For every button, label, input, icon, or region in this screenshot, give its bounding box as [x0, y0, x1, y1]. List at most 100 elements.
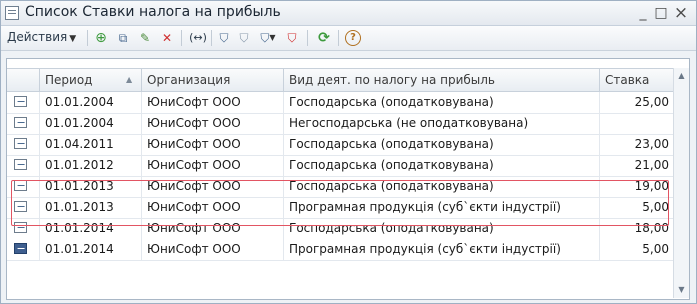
- cell-organization[interactable]: ЮниСофт ООО: [142, 113, 284, 134]
- cell-rate[interactable]: 5,00: [600, 239, 673, 260]
- toolbar-separator: [307, 30, 308, 46]
- toolbar-separator: [87, 30, 88, 46]
- add-button[interactable]: ⊕: [92, 29, 110, 47]
- cell-activity[interactable]: Господарська (оподатковувана): [284, 155, 600, 176]
- list-icon: [5, 6, 19, 20]
- record-icon: [14, 180, 27, 191]
- delete-button[interactable]: ✕: [158, 29, 176, 47]
- row-icon-cell: [7, 239, 40, 260]
- cell-organization[interactable]: ЮниСофт ООО: [142, 176, 284, 197]
- cell-organization[interactable]: ЮниСофт ООО: [142, 155, 284, 176]
- table-row[interactable]: 01.01.2004 ЮниСофт ООО Господарська (опода…: [7, 92, 673, 114]
- vertical-scrollbar[interactable]: ▲ ▼: [673, 68, 689, 298]
- record-icon: [14, 138, 27, 149]
- row-icon-cell: [7, 92, 40, 113]
- maximize-icon[interactable]: □: [653, 5, 669, 21]
- cell-rate[interactable]: 19,00: [600, 176, 673, 197]
- record-icon: [14, 201, 27, 212]
- filter-list-icon: ⛉: [260, 31, 270, 45]
- record-icon: [14, 159, 27, 170]
- table-row[interactable]: 01.01.2014 ЮниСофт ООО Господарська (опода…: [7, 218, 673, 240]
- filter-list-button[interactable]: ⛉ ▼: [255, 29, 281, 47]
- title-bar[interactable]: Список Ставки налога на прибыль _ □ ×: [1, 1, 696, 26]
- hierarchy-icon: (↔): [189, 31, 207, 44]
- cell-rate[interactable]: 21,00: [600, 155, 673, 176]
- header-period[interactable]: Период ▲: [40, 69, 142, 91]
- actions-menu-button[interactable]: Действия ▼: [7, 30, 76, 46]
- refresh-icon: ⟳: [318, 30, 330, 46]
- cell-rate[interactable]: 18,00: [600, 218, 673, 239]
- scroll-down-icon[interactable]: ▼: [676, 284, 687, 296]
- minimize-icon[interactable]: _: [635, 5, 651, 21]
- table-row[interactable]: 01.01.2014 ЮниСофт ООО Програмная продукці…: [7, 239, 673, 261]
- filter-icon: ⛉: [219, 31, 229, 45]
- cell-activity[interactable]: Негосподарська (не оподатковувана): [284, 113, 600, 134]
- data-table[interactable]: Период ▲ Организация Вид деят. по налогу…: [6, 58, 690, 300]
- row-icon-cell: [7, 134, 40, 155]
- cell-activity[interactable]: Господарська (оподатковувана): [284, 176, 600, 197]
- header-rate[interactable]: Ставка: [600, 69, 673, 91]
- chevron-down-icon: ▼: [69, 34, 77, 44]
- cell-period[interactable]: 01.01.2012: [40, 155, 142, 176]
- table-row[interactable]: 01.01.2012 ЮниСофт ООО Господарська (опода…: [7, 155, 673, 177]
- cell-activity[interactable]: Господарська (оподатковувана): [284, 134, 600, 155]
- sort-ascending-icon: ▲: [126, 75, 133, 84]
- toolbar-separator: [181, 30, 182, 46]
- row-icon-cell: [7, 176, 40, 197]
- cell-period[interactable]: 01.01.2004: [40, 113, 142, 134]
- table-header: Период ▲ Организация Вид деят. по налогу…: [7, 68, 673, 92]
- table-row[interactable]: 01.01.2004 ЮниСофт ООО Негосподарська (не …: [7, 113, 673, 135]
- cell-period[interactable]: 01.01.2013: [40, 176, 142, 197]
- window-title: Список Ставки налога на прибыль: [25, 4, 281, 20]
- header-organization[interactable]: Организация: [142, 69, 284, 91]
- cell-activity[interactable]: Програмная продукція (суб`єкти індустрії…: [284, 197, 600, 218]
- header-activity[interactable]: Вид деят. по налогу на прибыль: [284, 69, 600, 91]
- close-icon[interactable]: ×: [673, 5, 689, 22]
- actions-label: Действия: [7, 30, 68, 44]
- hierarchy-button[interactable]: (↔): [186, 29, 210, 47]
- toolbar-separator: [211, 30, 212, 46]
- record-icon: [14, 96, 27, 107]
- cell-period[interactable]: 01.01.2014: [40, 218, 142, 239]
- copy-icon: ⧉: [118, 31, 128, 45]
- row-icon-cell: [7, 218, 40, 239]
- filter-by-value-button[interactable]: ⛉: [235, 29, 253, 47]
- edit-icon: ✎: [139, 31, 151, 45]
- table-row[interactable]: 01.01.2013 ЮниСофт ООО Програмная продукці…: [7, 197, 673, 219]
- help-button[interactable]: ?: [344, 29, 362, 47]
- cell-activity[interactable]: Господарська (оподатковувана): [284, 92, 600, 113]
- add-icon: ⊕: [95, 30, 107, 46]
- cell-organization[interactable]: ЮниСофт ООО: [142, 218, 284, 239]
- cell-organization[interactable]: ЮниСофт ООО: [142, 134, 284, 155]
- help-icon: ?: [345, 30, 361, 46]
- cell-activity[interactable]: Господарська (оподатковувана): [284, 218, 600, 239]
- row-icon-cell: [7, 113, 40, 134]
- cell-organization[interactable]: ЮниСофт ООО: [142, 92, 284, 113]
- cell-period[interactable]: 01.01.2013: [40, 197, 142, 218]
- cell-rate[interactable]: 23,00: [600, 134, 673, 155]
- cell-rate[interactable]: 5,00: [600, 197, 673, 218]
- copy-button[interactable]: ⧉: [114, 29, 132, 47]
- row-icon-cell: [7, 197, 40, 218]
- cell-organization[interactable]: ЮниСофт ООО: [142, 239, 284, 260]
- record-icon: [14, 222, 27, 233]
- table-row[interactable]: 01.04.2011 ЮниСофт ООО Господарська (опода…: [7, 134, 673, 156]
- refresh-button[interactable]: ⟳: [315, 29, 333, 47]
- cell-activity[interactable]: Програмная продукція (суб`єкти індустрії…: [284, 239, 600, 260]
- record-icon: [14, 117, 27, 128]
- cell-rate[interactable]: 25,00: [600, 92, 673, 113]
- cell-period[interactable]: 01.01.2004: [40, 92, 142, 113]
- delete-icon: ✕: [161, 31, 173, 45]
- scroll-up-icon[interactable]: ▲: [676, 70, 687, 82]
- cell-rate[interactable]: [600, 113, 673, 134]
- clear-filter-button[interactable]: ⛉: [283, 29, 301, 47]
- edit-button[interactable]: ✎: [136, 29, 154, 47]
- header-icon-column[interactable]: [7, 69, 40, 91]
- filter-by-value-icon: ⛉: [239, 31, 249, 45]
- chevron-down-icon: ▼: [269, 33, 276, 42]
- table-row[interactable]: 01.01.2013 ЮниСофт ООО Господарська (опода…: [7, 176, 673, 198]
- cell-organization[interactable]: ЮниСофт ООО: [142, 197, 284, 218]
- cell-period[interactable]: 01.04.2011: [40, 134, 142, 155]
- filter-button[interactable]: ⛉: [215, 29, 233, 47]
- cell-period[interactable]: 01.01.2014: [40, 239, 142, 260]
